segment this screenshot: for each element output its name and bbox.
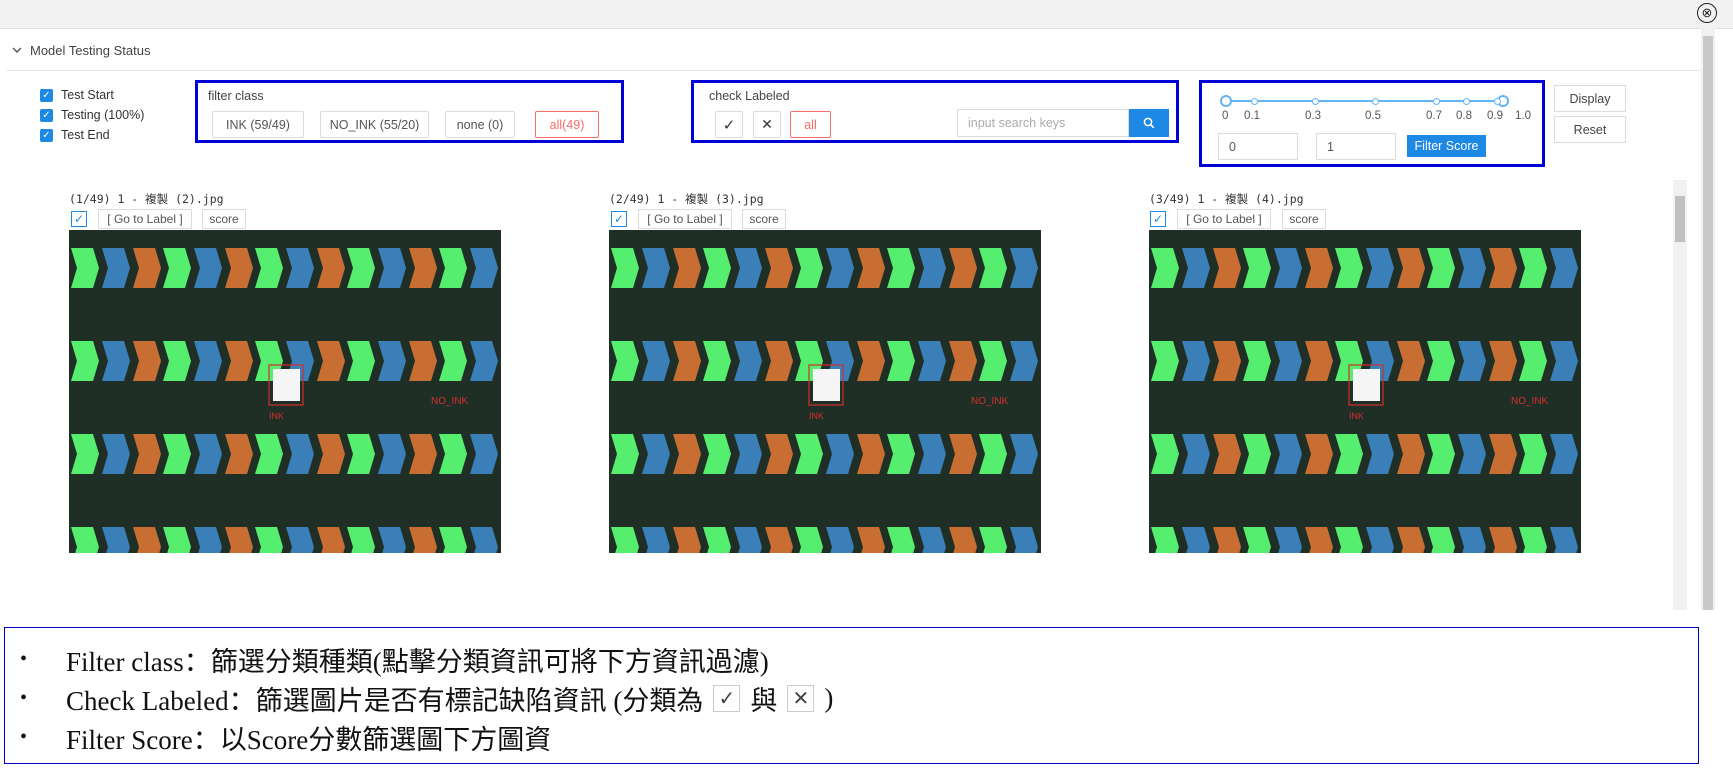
close-icon[interactable]: ⊗ [1697, 3, 1717, 23]
score-tick-label: 0.7 [1426, 110, 1442, 122]
filter-class-no-ink-button[interactable]: NO_INK (55/20) [320, 111, 429, 138]
score-tick-label: 0.8 [1456, 110, 1472, 122]
cross-icon: ✕ [787, 684, 815, 712]
go-to-label-button[interactable]: [ Go to Label ] [1177, 209, 1271, 229]
checkbox-checked-icon[interactable]: ✓ [40, 88, 53, 102]
check-icon: ✓ [713, 684, 741, 712]
score-slider-stop [1312, 97, 1319, 105]
go-to-label-button[interactable]: [ Go to Label ] [98, 209, 192, 229]
filter-class-label: filter class [208, 89, 264, 103]
image-preview[interactable]: INK NO_INK [1149, 230, 1581, 553]
microscope-pattern-image: INK NO_INK [1149, 230, 1581, 553]
filter-class-none-button[interactable]: none (0) [445, 111, 515, 138]
image-select-checkbox[interactable]: ✓ [71, 211, 87, 227]
check-labeled-label: check Labeled [709, 89, 790, 103]
image-select-checkbox[interactable]: ✓ [1150, 211, 1166, 227]
microscope-pattern-image: INK NO_INK [69, 230, 501, 553]
status-list: ✓ Test Start ✓ Testing (100%) ✓ Test End [40, 85, 144, 145]
check-labeled-all-button[interactable]: all [790, 111, 831, 138]
filter-class-all-button[interactable]: all(49) [535, 111, 599, 138]
note-filter-class: • Filter class：篩選分類種類(點擊分類資訊可將下方資訊過濾) [20, 646, 769, 677]
status-item-testing[interactable]: ✓ Testing (100%) [40, 105, 144, 125]
section-title: Model Testing Status [30, 42, 151, 58]
score-button[interactable]: score [202, 209, 246, 229]
note-check-labeled: • Check Labeled：篩選圖片是否有標記缺陷資訊 (分類為 ✓ 與 ✕… [20, 682, 834, 716]
score-slider-stop [1433, 97, 1440, 105]
score-slider-track[interactable] [1225, 100, 1503, 102]
filter-class-panel: filter class INK (59/49) NO_INK (55/20) … [195, 80, 624, 143]
microscope-pattern-image: INK NO_INK [609, 230, 1041, 553]
checkbox-checked-icon[interactable]: ✓ [40, 128, 53, 142]
check-labeled-panel: check Labeled ✓ ✕ all input search keys [691, 80, 1179, 143]
go-to-label-button[interactable]: [ Go to Label ] [638, 209, 732, 229]
score-button[interactable]: score [742, 209, 786, 229]
section-divider [6, 70, 1702, 71]
top-bar [0, 0, 1733, 29]
chevron-down-icon [12, 47, 22, 53]
image-caption: (2/49) 1 - 複製 (3).jpg [609, 192, 764, 206]
score-slider-stop [1251, 97, 1258, 105]
gallery-scrollbar[interactable] [1673, 180, 1687, 610]
box-label: INK [809, 411, 824, 421]
score-tick-label: 0.9 [1487, 110, 1503, 122]
search-icon [1143, 117, 1155, 129]
check-icon[interactable]: ✓ [715, 111, 743, 138]
box-label: INK [1349, 411, 1364, 421]
score-slider-stop [1463, 97, 1470, 105]
gallery-scrollbar-thumb[interactable] [1675, 196, 1685, 242]
score-tick-label: 0.1 [1244, 110, 1260, 122]
checkbox-checked-icon[interactable]: ✓ [40, 108, 53, 122]
page-scrollbar-thumb[interactable] [1703, 36, 1713, 610]
score-tick-label: 0 [1222, 110, 1229, 122]
tag-label: NO_INK [971, 396, 1009, 407]
score-slider-stop [1494, 97, 1501, 105]
image-preview[interactable]: INK NO_INK [69, 230, 501, 553]
image-preview[interactable]: INK NO_INK [609, 230, 1041, 553]
score-min-input[interactable]: 0 [1218, 133, 1298, 160]
note-filter-score: • Filter Score：以Score分數篩選圖下方圖資 [20, 724, 552, 755]
filter-class-ink-button[interactable]: INK (59/49) [212, 111, 304, 138]
image-select-checkbox[interactable]: ✓ [611, 211, 627, 227]
score-tick-label: 1.0 [1515, 110, 1531, 122]
filter-score-button[interactable]: Filter Score [1407, 135, 1486, 157]
image-caption: (1/49) 1 - 複製 (2).jpg [69, 192, 224, 206]
score-slider-stop [1372, 97, 1379, 105]
score-max-input[interactable]: 1 [1316, 133, 1396, 160]
notes-box: • Filter class：篩選分類種類(點擊分類資訊可將下方資訊過濾) • … [4, 627, 1699, 764]
image-caption: (3/49) 1 - 複製 (4).jpg [1149, 192, 1304, 206]
status-item-test-start[interactable]: ✓ Test Start [40, 85, 144, 105]
filter-score-panel: 0 0.1 0.3 0.5 0.7 0.8 0.9 1.0 0 1 Filter… [1199, 80, 1545, 167]
score-slider-min-handle[interactable] [1220, 95, 1232, 107]
search-input[interactable]: input search keys [957, 109, 1129, 137]
score-tick-label: 0.3 [1305, 110, 1321, 122]
section-header[interactable]: Model Testing Status [12, 40, 150, 60]
reset-button[interactable]: Reset [1554, 116, 1626, 143]
status-item-test-end[interactable]: ✓ Test End [40, 125, 144, 145]
score-button[interactable]: score [1282, 209, 1326, 229]
box-label: INK [269, 411, 284, 421]
search-button[interactable] [1129, 109, 1169, 137]
display-button[interactable]: Display [1554, 85, 1626, 112]
tag-label: NO_INK [431, 396, 469, 407]
score-tick-label: 0.5 [1365, 110, 1381, 122]
cross-icon[interactable]: ✕ [753, 111, 781, 138]
tag-label: NO_INK [1511, 396, 1549, 407]
